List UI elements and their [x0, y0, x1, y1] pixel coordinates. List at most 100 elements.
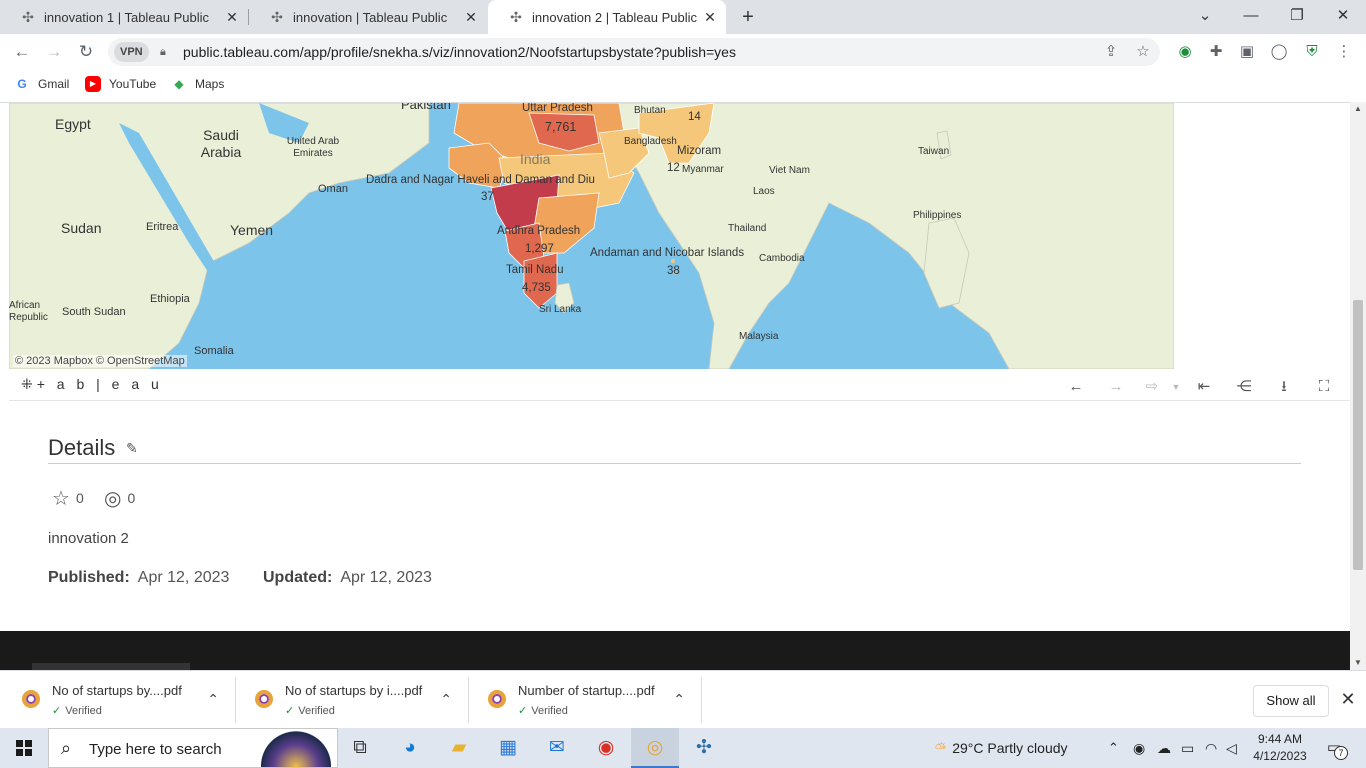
share-icon[interactable]: ⋲ — [1233, 376, 1255, 398]
map-label-laos: Laos — [753, 186, 775, 197]
favorites-stat[interactable]: ☆ 0 — [52, 486, 84, 511]
onedrive-icon[interactable]: ☁ — [1157, 728, 1171, 768]
tab-search-icon[interactable]: ⌄ — [1193, 4, 1217, 28]
download-status-text: Verified — [65, 705, 102, 717]
forward-button[interactable]: → — [42, 40, 66, 64]
state-value-uttar-pradesh: 7,761 — [545, 120, 577, 134]
clock-time: 9:44 AM — [1257, 732, 1303, 746]
page-scrollbar[interactable]: ▲ ▼ — [1350, 102, 1366, 670]
pdf-file-icon — [22, 690, 40, 708]
clock-date: 4/12/2023 — [1253, 749, 1307, 763]
map-label-bhutan: Bhutan — [634, 105, 666, 116]
back-button[interactable]: ← — [10, 40, 34, 64]
download-filename: No of startups by i....pdf — [285, 683, 423, 698]
search-highlight-art[interactable] — [261, 731, 331, 767]
download-icon[interactable]: ⭳ — [1273, 376, 1295, 398]
chevron-up-icon[interactable]: ⌃ — [440, 691, 452, 708]
extensions-puzzle-icon[interactable]: ✚ — [1204, 40, 1228, 64]
browser-tab-innovation[interactable]: ✣ innovation | Tableau Public ✕ — [249, 0, 487, 34]
restore-icon[interactable]: ❐ — [1285, 4, 1309, 28]
close-tab-icon[interactable]: ✕ — [702, 9, 718, 25]
star-icon[interactable]: ☆ — [52, 486, 70, 511]
taskbar-search[interactable]: ⌕ Type here to search — [48, 728, 338, 768]
tableau-app-icon[interactable]: ✣ — [680, 728, 728, 768]
scroll-thumb[interactable] — [1353, 300, 1363, 570]
state-value-andhra-pradesh: 1,297 — [525, 243, 554, 255]
map-label-cambodia: Cambodia — [759, 253, 805, 264]
window-close-icon[interactable]: ✕ — [1331, 4, 1355, 28]
choropleth-map[interactable]: Egypt Saudi Arabia Sudan Yemen India Pak… — [9, 103, 1174, 369]
task-view-icon[interactable]: ⧉ — [336, 728, 384, 768]
bookmark-gmail[interactable]: G Gmail — [14, 75, 69, 93]
scroll-up-icon[interactable]: ▲ — [1350, 102, 1366, 116]
revert-start-icon[interactable]: ⇤ — [1193, 376, 1215, 398]
undo-icon[interactable]: ← — [1065, 376, 1087, 398]
volume-icon[interactable]: ◁ — [1226, 728, 1237, 768]
start-button[interactable] — [0, 728, 48, 768]
chevron-up-icon[interactable]: ⌃ — [207, 691, 219, 708]
edge-icon[interactable]: ◕ — [386, 728, 434, 768]
check-icon: ✓ — [285, 705, 295, 717]
redo-icon[interactable]: → — [1105, 376, 1127, 398]
address-bar[interactable]: VPN 🔒︎ public.tableau.com/app/profile/sn… — [108, 38, 1160, 66]
shield-check-icon[interactable]: ⛨ — [1300, 40, 1324, 64]
bookmark-star-icon[interactable]: ☆ — [1133, 42, 1153, 62]
map-label-philippines: Philippines — [913, 210, 962, 221]
show-hidden-icons[interactable]: ⌃ — [1108, 728, 1119, 768]
revert-icon[interactable]: ⇨ — [1141, 376, 1163, 398]
reload-button[interactable]: ↻ — [74, 40, 98, 64]
minimize-icon[interactable]: — — [1239, 4, 1263, 28]
url-text[interactable]: public.tableau.com/app/profile/snekha.s/… — [183, 44, 736, 60]
browser-tab-innovation-2[interactable]: ✣ innovation 2 | Tableau Public ✕ — [488, 0, 726, 34]
tableau-logo[interactable]: ⁜ + a b | e a u — [21, 376, 163, 393]
edit-pencil-icon[interactable]: ✎ — [126, 440, 142, 456]
close-downloads-icon[interactable]: ✕ — [1338, 689, 1358, 709]
bookmark-maps[interactable]: ◆ Maps — [171, 75, 224, 93]
downloads-bar: No of startups by....pdf ✓ Verified ⌃ No … — [0, 670, 1366, 728]
new-tab-button[interactable]: + — [736, 5, 760, 29]
scroll-down-icon[interactable]: ▼ — [1350, 656, 1366, 670]
microsoft-store-icon[interactable]: ▦ — [484, 728, 532, 768]
browser-tab-innovation-1[interactable]: ✣ innovation 1 | Tableau Public ✕ — [0, 0, 248, 34]
mail-icon[interactable]: ✉ — [533, 728, 581, 768]
revert-dropdown-icon[interactable]: ▼ — [1165, 376, 1187, 398]
published-meta: Published: Apr 12, 2023 — [48, 569, 229, 587]
download-item[interactable]: Number of startup....pdf ✓ Verified ⌃ — [470, 677, 702, 723]
tableau-logo-mark-icon: ⁜ — [21, 376, 33, 392]
chevron-up-icon[interactable]: ⌃ — [673, 691, 685, 708]
updated-meta: Updated: Apr 12, 2023 — [263, 569, 432, 587]
extension-badge-icon[interactable]: ◉ — [1173, 40, 1197, 64]
weather-widget[interactable]: ⛅︎ 29°C Partly cloudy — [935, 728, 1068, 768]
vpn-badge[interactable]: VPN — [114, 42, 149, 62]
close-tab-icon[interactable]: ✕ — [463, 9, 479, 25]
state-label-uttar-pradesh: Uttar Pradesh — [522, 103, 593, 114]
record-icon[interactable]: ◉ — [1133, 728, 1145, 768]
tab-title: innovation | Tableau Public — [293, 9, 448, 25]
wifi-icon[interactable]: ◠ — [1205, 728, 1217, 768]
browser-active-icon[interactable]: ◎ — [631, 728, 679, 768]
lock-icon[interactable]: 🔒︎ — [160, 44, 174, 60]
download-status: ✓ Verified — [518, 704, 568, 717]
share-page-icon[interactable]: ⇪ — [1101, 42, 1121, 62]
profile-avatar-icon[interactable]: ◯ — [1267, 40, 1291, 64]
map-label-myanmar: Myanmar — [682, 164, 724, 175]
map-label-india: India — [520, 151, 551, 167]
bookmark-youtube[interactable]: ▶ YouTube — [85, 75, 156, 93]
map-label-thailand: Thailand — [728, 223, 767, 234]
map-attribution[interactable]: © 2023 Mapbox © OpenStreetMap — [13, 355, 187, 367]
download-item[interactable]: No of startups by....pdf ✓ Verified ⌃ — [4, 677, 236, 723]
map-label-malaysia: Malaysia — [739, 331, 779, 342]
battery-icon[interactable]: ▭ — [1181, 728, 1194, 768]
system-clock[interactable]: 9:44 AM 4/12/2023 — [1248, 731, 1312, 765]
fullscreen-icon[interactable]: ⛶ — [1313, 376, 1335, 398]
tableau-wordmark: + a b | e a u — [36, 376, 163, 392]
browser-menu-icon[interactable]: ⋮ — [1332, 40, 1356, 64]
state-label-andhra-pradesh: Andhra Pradesh — [497, 225, 581, 237]
close-tab-icon[interactable]: ✕ — [224, 9, 240, 25]
download-item[interactable]: No of startups by i....pdf ✓ Verified ⌃ — [237, 677, 469, 723]
chrome-icon[interactable]: ◉ — [582, 728, 630, 768]
side-panel-icon[interactable]: ▣ — [1235, 40, 1259, 64]
show-all-button[interactable]: Show all — [1253, 685, 1329, 717]
youtube-icon: ▶ — [85, 76, 101, 92]
file-explorer-icon[interactable]: ▰ — [435, 728, 483, 768]
